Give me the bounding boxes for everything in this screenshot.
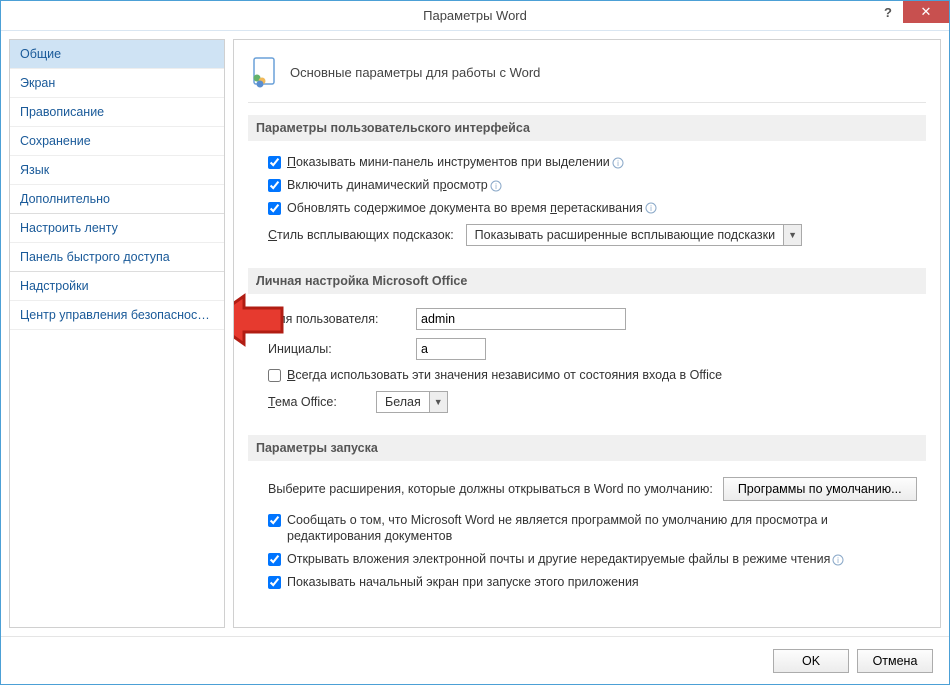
- label-office-theme: Тема Office:: [268, 395, 368, 409]
- label-username: Имя пользователя:: [268, 312, 408, 326]
- ok-button[interactable]: OK: [773, 649, 849, 673]
- info-icon[interactable]: i: [490, 180, 502, 192]
- nav-item-advanced[interactable]: Дополнительно: [10, 185, 224, 214]
- nav-sidebar: Общие Экран Правописание Сохранение Язык…: [9, 39, 225, 628]
- section-startup-heading: Параметры запуска: [248, 435, 926, 461]
- checkbox-live-preview[interactable]: [268, 179, 281, 192]
- label-show-minitoolbar: Показывать мини-панель инструментов при …: [287, 154, 624, 171]
- label-tell-not-default: Сообщать о том, что Microsoft Word не яв…: [287, 512, 907, 546]
- checkbox-show-minitoolbar[interactable]: [268, 156, 281, 169]
- label-live-preview: Включить динамический просмотрi: [287, 177, 502, 194]
- nav-item-proofing[interactable]: Правописание: [10, 98, 224, 127]
- chevron-down-icon: ▼: [429, 392, 447, 412]
- nav-item-addins[interactable]: Надстройки: [10, 272, 224, 301]
- checkbox-show-start-screen[interactable]: [268, 576, 281, 589]
- section-ui-heading: Параметры пользовательского интерфейса: [248, 115, 926, 141]
- label-default-extensions: Выберите расширения, которые должны откр…: [268, 482, 713, 496]
- info-icon[interactable]: i: [645, 202, 657, 214]
- close-button[interactable]: ✕: [903, 1, 949, 23]
- svg-text:i: i: [617, 159, 619, 168]
- section-personal-heading: Личная настройка Microsoft Office: [248, 268, 926, 294]
- page-title: Основные параметры для работы с Word: [290, 65, 540, 80]
- page-header: Основные параметры для работы с Word: [248, 50, 926, 103]
- dropdown-office-theme[interactable]: Белая ▼: [376, 391, 448, 413]
- svg-text:i: i: [650, 204, 652, 213]
- window-title: Параметры Word: [1, 8, 949, 23]
- nav-item-display[interactable]: Экран: [10, 69, 224, 98]
- input-initials[interactable]: [416, 338, 486, 360]
- nav-item-language[interactable]: Язык: [10, 156, 224, 185]
- svg-text:i: i: [837, 556, 839, 565]
- titlebar: Параметры Word ? ✕: [1, 1, 949, 31]
- checkbox-open-attachments-reading[interactable]: [268, 553, 281, 566]
- help-button[interactable]: ?: [873, 1, 903, 23]
- general-options-icon: [248, 56, 280, 88]
- label-open-attachments-reading: Открывать вложения электронной почты и д…: [287, 551, 844, 568]
- label-show-start-screen: Показывать начальный экран при запуске э…: [287, 574, 639, 591]
- label-tooltip-style: Стиль всплывающих подсказок:: [268, 228, 454, 242]
- info-icon[interactable]: i: [612, 157, 624, 169]
- button-default-programs[interactable]: Программы по умолчанию...: [723, 477, 917, 501]
- content-pane: Основные параметры для работы с Word Пар…: [233, 39, 941, 628]
- checkbox-tell-not-default[interactable]: [268, 514, 281, 527]
- nav-item-qat[interactable]: Панель быстрого доступа: [10, 243, 224, 272]
- checkbox-update-drag[interactable]: [268, 202, 281, 215]
- dialog-footer: OK Отмена: [1, 636, 949, 684]
- nav-item-save[interactable]: Сохранение: [10, 127, 224, 156]
- nav-item-customize-ribbon[interactable]: Настроить ленту: [10, 214, 224, 243]
- cancel-button[interactable]: Отмена: [857, 649, 933, 673]
- label-update-drag: Обновлять содержимое документа во время …: [287, 200, 657, 217]
- nav-item-general[interactable]: Общие: [10, 40, 224, 69]
- nav-item-trust-center[interactable]: Центр управления безопасностью: [10, 301, 224, 330]
- checkbox-always-use-values[interactable]: [268, 369, 281, 382]
- word-options-dialog: Параметры Word ? ✕ Общие Экран Правописа…: [0, 0, 950, 685]
- info-icon[interactable]: i: [832, 554, 844, 566]
- label-always-use-values: Всегда использовать эти значения независ…: [287, 367, 722, 384]
- label-initials: Инициалы:: [268, 342, 408, 356]
- chevron-down-icon: ▼: [783, 225, 801, 245]
- input-username[interactable]: [416, 308, 626, 330]
- dropdown-tooltip-style[interactable]: Показывать расширенные всплывающие подск…: [466, 224, 802, 246]
- svg-text:i: i: [495, 182, 497, 191]
